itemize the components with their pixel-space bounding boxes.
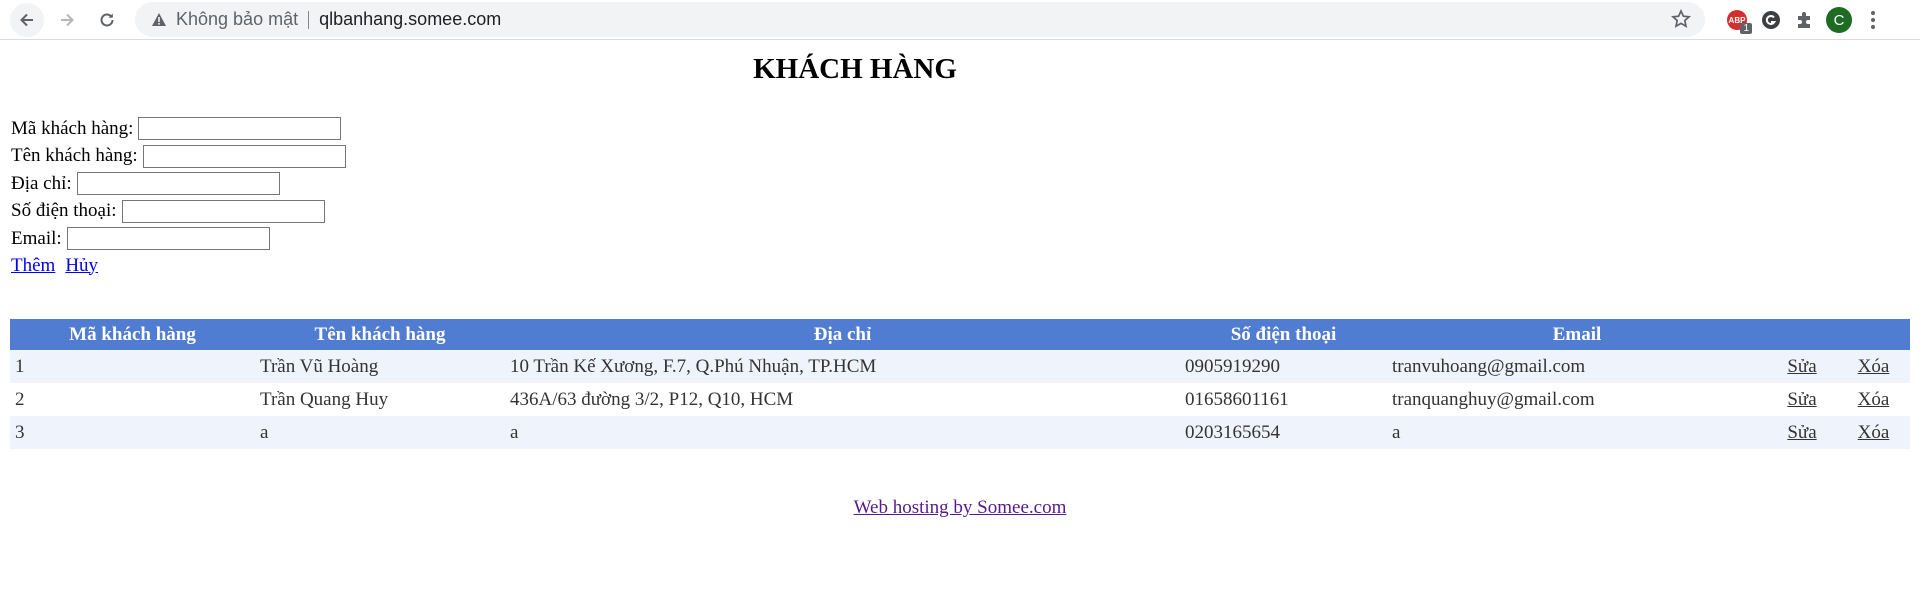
cell-edit: Sửa bbox=[1767, 350, 1837, 383]
form-row-customer-name: Tên khách hàng: bbox=[11, 143, 346, 171]
table-row: 3 a a 0203165654 a Sửa Xóa bbox=[10, 416, 1910, 449]
table-row: 2 Trần Quang Huy 436A/63 đường 3/2, P12,… bbox=[10, 383, 1910, 416]
grammar-extension-icon bbox=[1762, 11, 1780, 29]
edit-link[interactable]: Sửa bbox=[1787, 422, 1816, 443]
cell-customer-name: Trần Quang Huy bbox=[255, 383, 505, 416]
customer-id-input[interactable] bbox=[138, 117, 342, 141]
forward-button[interactable] bbox=[50, 3, 84, 37]
browser-menu-button[interactable] bbox=[1856, 3, 1890, 37]
cell-email: tranquanghuy@gmail.com bbox=[1387, 383, 1767, 416]
column-header-phone: Số điện thoại bbox=[1180, 319, 1387, 350]
customer-form: Mã khách hàng: Tên khách hàng: Địa chỉ: … bbox=[11, 115, 346, 279]
form-row-address: Địa chỉ: bbox=[11, 170, 346, 198]
cell-edit: Sửa bbox=[1767, 383, 1837, 416]
form-actions: Thêm Hủy bbox=[11, 253, 346, 279]
page-content: KHÁCH HÀNG Mã khách hàng: Tên khách hàng… bbox=[0, 40, 1920, 611]
delete-link[interactable]: Xóa bbox=[1858, 389, 1890, 410]
reload-button[interactable] bbox=[90, 3, 124, 37]
extensions-button[interactable] bbox=[1788, 3, 1822, 37]
grammar-extension[interactable] bbox=[1754, 3, 1788, 37]
cancel-link[interactable]: Hủy bbox=[65, 255, 98, 277]
cell-customer-id: 1 bbox=[10, 350, 255, 383]
cell-delete: Xóa bbox=[1837, 350, 1910, 383]
edit-link[interactable]: Sửa bbox=[1787, 389, 1816, 410]
phone-label: Số điện thoại: bbox=[11, 200, 117, 222]
cell-customer-name: a bbox=[255, 416, 505, 449]
form-row-email: Email: bbox=[11, 225, 346, 253]
column-header-email: Email bbox=[1387, 319, 1767, 350]
browser-toolbar: Không bảo mật qlbanhang.somee.com ABP 1 … bbox=[0, 0, 1920, 40]
warning-icon[interactable] bbox=[151, 12, 167, 27]
email-label: Email: bbox=[11, 227, 62, 249]
footer: Web hosting by Somee.com bbox=[0, 497, 1920, 519]
arrow-right-icon bbox=[61, 13, 74, 26]
cell-phone: 01658601161 bbox=[1180, 383, 1387, 416]
column-header-edit bbox=[1767, 319, 1837, 350]
form-row-phone: Số điện thoại: bbox=[11, 198, 346, 226]
reload-icon bbox=[100, 13, 114, 26]
add-link[interactable]: Thêm bbox=[11, 255, 55, 277]
adblock-count-badge: 1 bbox=[1740, 23, 1752, 34]
customer-id-label: Mã khách hàng: bbox=[11, 117, 134, 139]
address-bar[interactable]: Không bảo mật qlbanhang.somee.com bbox=[135, 2, 1705, 37]
phone-input[interactable] bbox=[121, 199, 325, 223]
cell-address: 436A/63 đường 3/2, P12, Q10, HCM bbox=[505, 383, 1180, 416]
avatar: C bbox=[1826, 7, 1852, 33]
arrow-left-icon bbox=[20, 13, 33, 26]
table-header-row: Mã khách hàng Tên khách hàng Địa chỉ Số … bbox=[10, 319, 1910, 350]
cell-delete: Xóa bbox=[1837, 416, 1910, 449]
column-header-address: Địa chỉ bbox=[505, 319, 1180, 350]
cell-customer-id: 2 bbox=[10, 383, 255, 416]
customer-table: Mã khách hàng Tên khách hàng Địa chỉ Số … bbox=[10, 319, 1910, 449]
adblock-extension[interactable]: ABP 1 bbox=[1720, 3, 1754, 37]
column-header-customer-id: Mã khách hàng bbox=[10, 319, 255, 350]
customer-name-label: Tên khách hàng: bbox=[11, 145, 138, 167]
hosting-link[interactable]: Web hosting by Somee.com bbox=[854, 497, 1067, 518]
cell-customer-name: Trần Vũ Hoàng bbox=[255, 350, 505, 383]
column-header-delete bbox=[1837, 319, 1910, 350]
delete-link[interactable]: Xóa bbox=[1858, 422, 1890, 443]
delete-link[interactable]: Xóa bbox=[1858, 356, 1890, 377]
cell-phone: 0905919290 bbox=[1180, 350, 1387, 383]
cell-customer-id: 3 bbox=[10, 416, 255, 449]
url-text[interactable]: qlbanhang.somee.com bbox=[319, 9, 501, 30]
puzzle-icon bbox=[1798, 12, 1810, 28]
separator bbox=[308, 10, 310, 29]
page-title: KHÁCH HÀNG bbox=[753, 53, 957, 85]
back-button[interactable] bbox=[10, 2, 44, 37]
address-label: Địa chỉ: bbox=[11, 172, 72, 194]
address-input[interactable] bbox=[76, 172, 280, 196]
customer-name-input[interactable] bbox=[142, 144, 346, 168]
column-header-customer-name: Tên khách hàng bbox=[255, 319, 505, 350]
table-row: 1 Trần Vũ Hoàng 10 Trần Kế Xương, F.7, Q… bbox=[10, 350, 1910, 383]
cell-email: a bbox=[1387, 416, 1767, 449]
edit-link[interactable]: Sửa bbox=[1787, 356, 1816, 377]
cell-email: tranvuhoang@gmail.com bbox=[1387, 350, 1767, 383]
security-status[interactable]: Không bảo mật bbox=[176, 9, 298, 30]
cell-address: 10 Trần Kế Xương, F.7, Q.Phú Nhuận, TP.H… bbox=[505, 350, 1180, 383]
cell-phone: 0203165654 bbox=[1180, 416, 1387, 449]
email-input[interactable] bbox=[66, 227, 270, 251]
bookmark-star-icon[interactable] bbox=[1671, 8, 1691, 34]
form-row-customer-id: Mã khách hàng: bbox=[11, 115, 346, 143]
cell-address: a bbox=[505, 416, 1180, 449]
profile-button[interactable]: C bbox=[1822, 3, 1856, 37]
cell-edit: Sửa bbox=[1767, 416, 1837, 449]
cell-delete: Xóa bbox=[1837, 383, 1910, 416]
more-vert-icon bbox=[1871, 11, 1875, 29]
extensions-area: ABP 1 C bbox=[1720, 0, 1890, 40]
